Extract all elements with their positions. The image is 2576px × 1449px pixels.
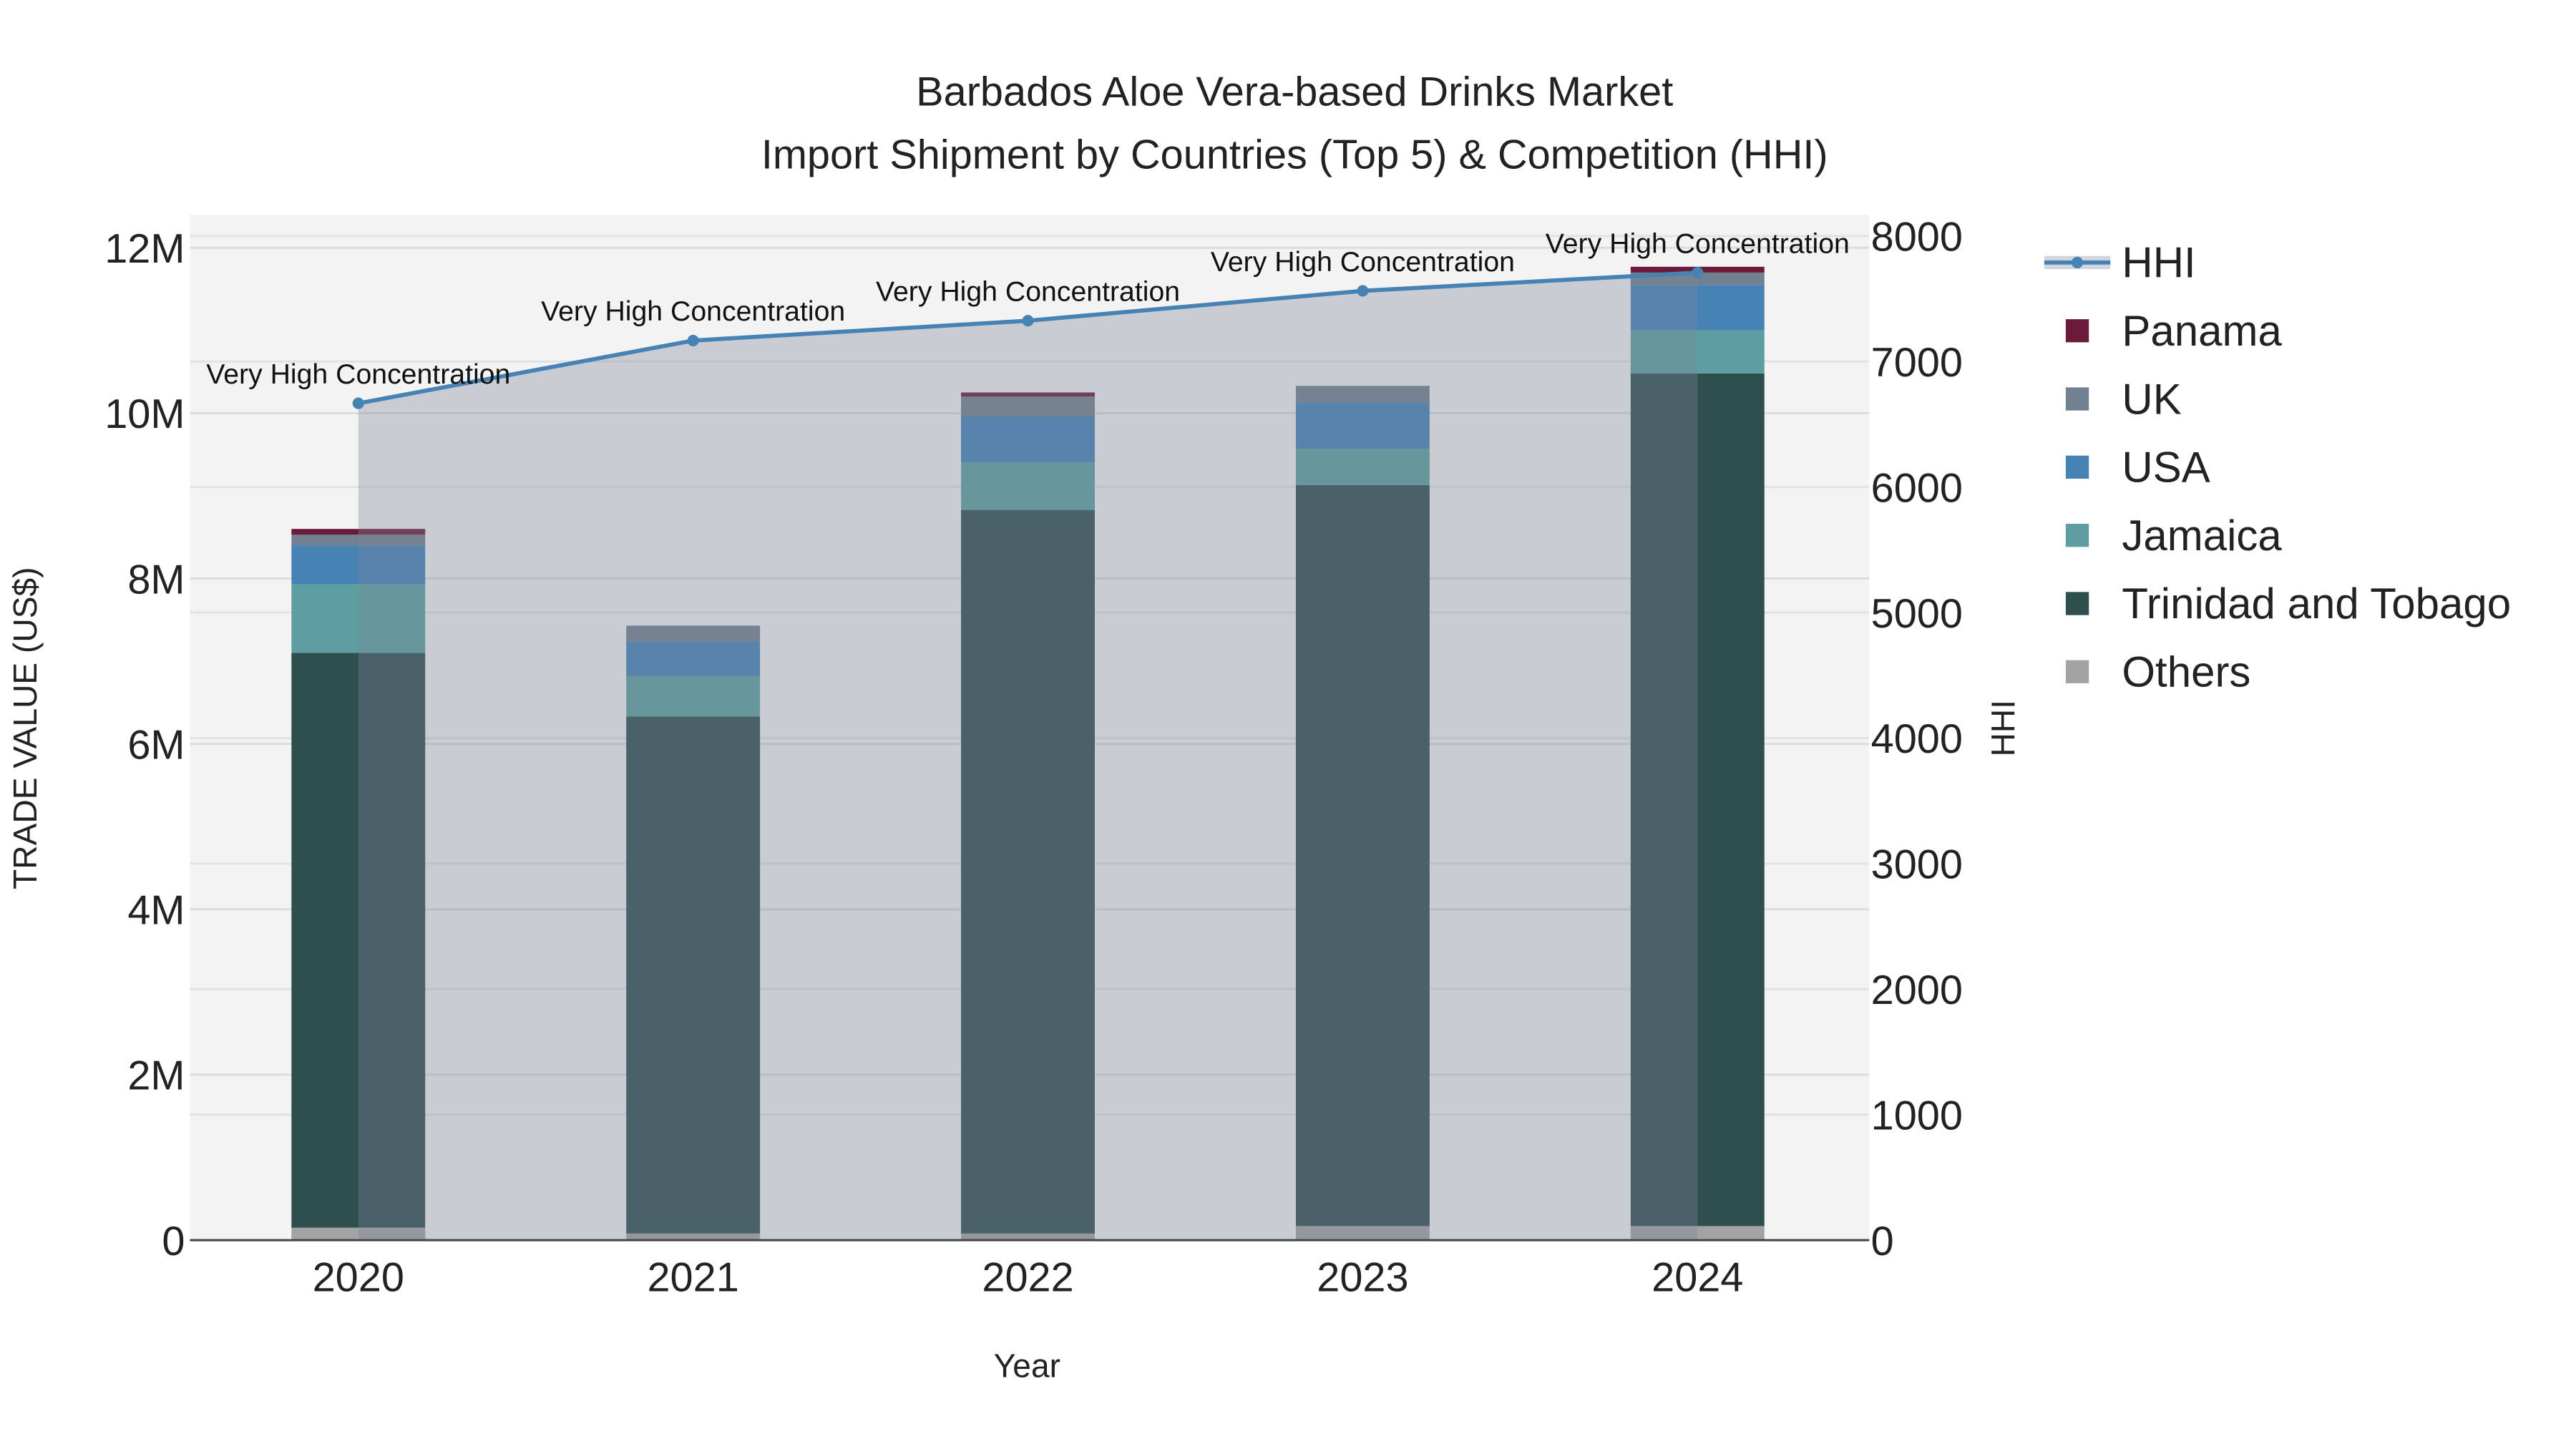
x-tick-label: 2024 [1652,1255,1743,1301]
y2-tick-label: 4000 [1871,716,1963,762]
hhi-point [352,397,364,409]
hhi-point [687,334,699,347]
legend-label: Others [2122,648,2250,696]
y2-tick-label: 5000 [1871,591,1963,637]
y2-tick-label: 3000 [1871,842,1963,888]
y2-tick-label: 6000 [1871,465,1963,511]
y-tick-label: 8M [127,557,185,602]
legend-swatch [2065,660,2089,683]
y-tick-label: 4M [127,888,185,934]
hhi-annotation: Very High Concentration [1546,228,1850,259]
legend-item-others[interactable]: Others [2065,648,2251,696]
legend-swatch [2065,387,2089,411]
legend-label: HHI [2122,239,2195,287]
x-tick-label: 2022 [982,1255,1073,1301]
hhi-annotation: Very High Concentration [206,358,510,390]
y-tick-label: 2M [127,1053,185,1099]
legend-swatch [2065,592,2089,615]
hhi-point [1357,285,1369,297]
legend: HHI Panama UK USA Jamaica Trinidad and Tobago… [2044,239,2511,696]
legend-label: Trinidad and Tobago [2122,580,2511,628]
x-axis-title: Year [994,1347,1060,1385]
x-tick-label: 2023 [1317,1255,1408,1301]
x-tick-label: 2020 [313,1255,404,1301]
chart-title: Barbados Aloe Vera-based Drinks Market [916,69,1673,115]
legend-swatch [2065,319,2089,343]
hhi-annotation: Very High Concentration [876,276,1180,308]
y2-tick-label: 8000 [1871,215,1963,260]
legend-swatch [2065,455,2089,479]
hhi-area [358,273,1698,1241]
x-tick-label: 2021 [647,1255,738,1301]
y2-tick-label: 1000 [1871,1093,1963,1138]
hhi-point [1022,315,1034,327]
legend-item-hhi[interactable]: HHI [2044,239,2196,287]
hhi-area-fill [358,273,1698,1241]
legend-label: Panama [2122,307,2282,355]
legend-item-panama[interactable]: Panama [2065,307,2283,355]
hhi-point [1692,266,1704,279]
legend-item-jamaica[interactable]: Jamaica [2065,512,2283,560]
legend-label: Jamaica [2122,512,2282,560]
chart-subtitle: Import Shipment by Countries (Top 5) & C… [761,132,1828,177]
y-tick-label: 0 [162,1219,185,1264]
y2-axis-title: HHI [1984,700,2021,756]
y-tick-label: 6M [127,722,185,768]
legend-marker-hhi [2072,256,2084,268]
y-tick-label: 10M [104,391,185,437]
legend-item-trinidad-and-tobago[interactable]: Trinidad and Tobago [2065,580,2511,628]
legend-item-usa[interactable]: USA [2065,444,2210,492]
legend-label: UK [2122,375,2181,423]
legend-label: USA [2122,444,2210,492]
legend-swatch [2065,524,2089,547]
hhi-annotation: Very High Concentration [541,296,845,327]
hhi-annotation: Very High Concentration [1211,246,1515,278]
legend-item-uk[interactable]: UK [2065,375,2182,423]
y-tick-label: 12M [104,226,185,272]
y-axis-title: TRADE VALUE (US$) [6,567,44,889]
y2-tick-label: 0 [1871,1219,1894,1264]
y2-tick-label: 2000 [1871,967,1963,1013]
y2-tick-label: 7000 [1871,340,1963,386]
chart: Very High Concentration Very High Concent… [6,69,2511,1385]
